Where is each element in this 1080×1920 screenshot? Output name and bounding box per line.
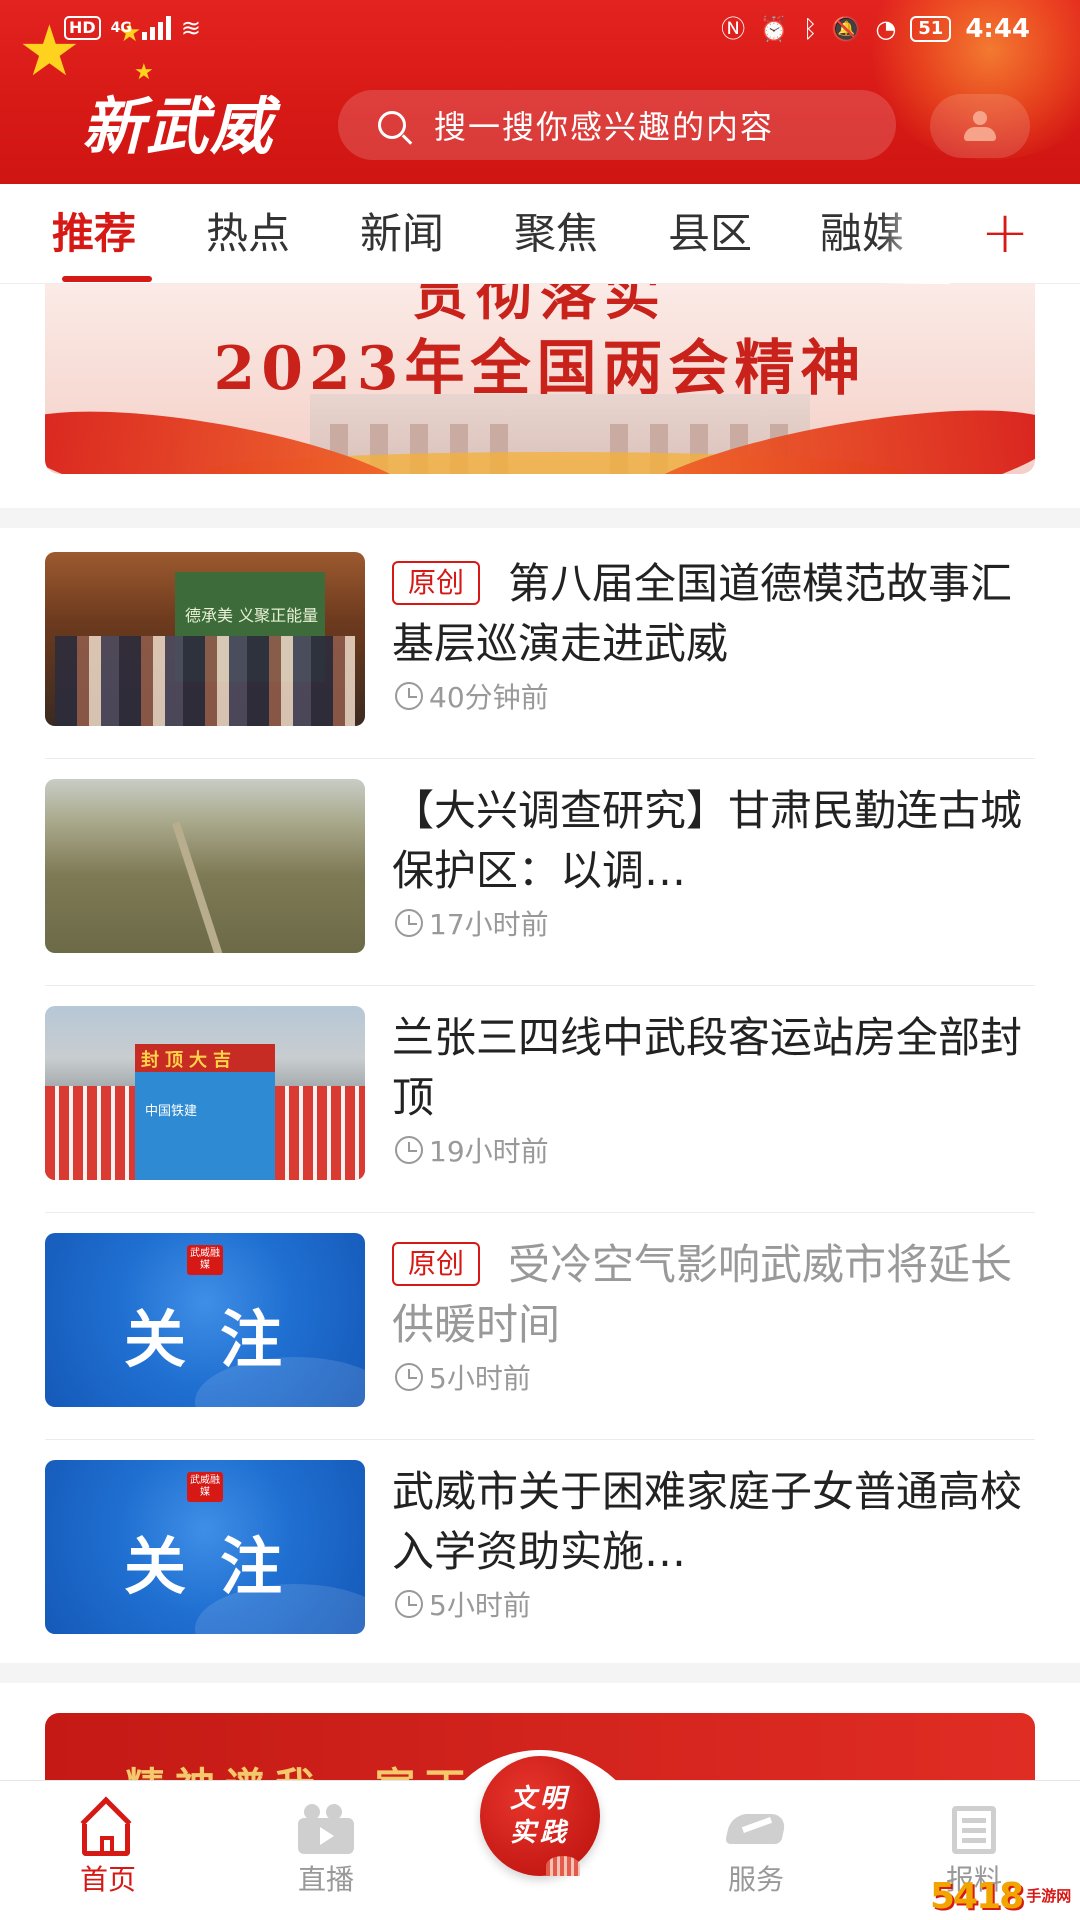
live-camera-icon <box>294 1800 358 1858</box>
nav-live[interactable]: 直播 <box>256 1800 396 1900</box>
nav-label: 直播 <box>297 1863 354 1896</box>
news-time: 5小时前 <box>429 1362 531 1395</box>
tab-county[interactable]: 县区 <box>668 206 752 262</box>
battery-icon: 51 <box>910 16 952 42</box>
section-divider <box>0 1663 1080 1683</box>
search-placeholder: 搜一搜你感兴趣的内容 <box>434 108 775 146</box>
news-time: 40分钟前 <box>429 681 549 714</box>
news-item[interactable]: 封顶大吉 中国铁建 兰张三四线中武段客运站房全部封顶 19小时前 <box>45 986 1035 1213</box>
news-title: 原创 第八届全国道德模范故事汇基层巡演走进武威 <box>392 559 1013 668</box>
handshake-icon <box>724 1800 788 1858</box>
home-icon <box>76 1800 140 1858</box>
search-bar[interactable]: 搜一搜你感兴趣的内容 <box>338 90 896 160</box>
news-thumbnail: 武威融媒 关注 <box>45 1460 365 1634</box>
center-button-label: 文明实践 <box>509 1784 570 1848</box>
news-time: 5小时前 <box>429 1589 531 1622</box>
site-watermark: 5418 手游网 <box>930 1872 1080 1920</box>
news-title: 武威市关于困难家庭子女普通高校入学资助实施… <box>392 1467 1022 1576</box>
watermark-site: 手游网 <box>1026 1887 1072 1905</box>
top-banner[interactable]: 贯彻落实 2023年全国两会精神 <box>45 284 1035 474</box>
media-badge: 武威融媒 <box>187 1472 223 1502</box>
thumbnail-caption: 德承美 义聚正能量 <box>185 606 319 625</box>
news-meta: 5小时前 <box>395 1357 531 1397</box>
add-tab-icon[interactable]: + <box>980 203 1030 261</box>
section-divider <box>0 508 1080 528</box>
clock-icon <box>395 682 423 710</box>
news-meta: 5小时前 <box>395 1584 531 1624</box>
user-icon <box>962 111 998 141</box>
news-item[interactable]: 【大兴调查研究】甘肃民勤连古城保护区：以调… 17小时前 <box>45 759 1035 986</box>
news-meta: 19小时前 <box>395 1130 549 1170</box>
app-header: ★ ★ ★ HD 4G ≋ Ⓝ ⏰ ᛒ 🔕 ◔ 51 4:44 新武威 搜一搜你… <box>0 0 1080 184</box>
news-item[interactable]: 德承美 义聚正能量 原创 第八届全国道德模范故事汇基层巡演走进武威 40分钟前 <box>45 532 1035 759</box>
search-icon <box>378 111 406 139</box>
news-thumbnail: 武威融媒 关注 <box>45 1233 365 1407</box>
signal-icon <box>141 16 171 40</box>
alarm-icon: ⏰ <box>759 15 790 43</box>
news-time: 17小时前 <box>429 908 549 941</box>
watermark-number: 5418 <box>930 1875 1024 1917</box>
tab-news[interactable]: 新闻 <box>360 206 444 262</box>
news-thumbnail: 德承美 义聚正能量 <box>45 552 365 726</box>
mute-icon: 🔕 <box>831 15 862 43</box>
news-item[interactable]: 武威融媒 关注 武威市关于困难家庭子女普通高校入学资助实施… 5小时前 <box>45 1440 1035 1667</box>
wifi-icon: ≋ <box>180 14 202 42</box>
thumbnail-caption: 封顶大吉 <box>141 1050 237 1071</box>
clock-icon <box>395 1136 423 1164</box>
news-item[interactable]: 武威融媒 关注 原创 受冷空气影响武威市将延长供暖时间 5小时前 <box>45 1213 1035 1440</box>
promo-text: 精神谱我…室丁 <box>125 1755 475 1783</box>
star-decoration-icon: ★ <box>134 60 154 85</box>
clock-time: 4:44 <box>965 14 1030 44</box>
news-title: 原创 受冷空气影响武威市将延长供暖时间 <box>392 1240 1013 1349</box>
tab-focus[interactable]: 聚焦 <box>514 206 598 262</box>
media-badge: 武威融媒 <box>187 1245 223 1275</box>
original-tag: 原创 <box>392 1242 481 1286</box>
hd-indicator: HD <box>64 16 101 40</box>
tab-recommend[interactable]: 推荐 <box>52 206 136 262</box>
civilization-practice-button[interactable]: 文明实践 <box>480 1756 600 1876</box>
tab-hot[interactable]: 热点 <box>206 206 290 262</box>
network-type: 4G <box>110 20 132 36</box>
flower-icon <box>546 1856 580 1876</box>
active-tab-indicator <box>62 276 152 282</box>
tab-fade-overlay <box>880 184 950 284</box>
news-meta: 17小时前 <box>395 903 549 943</box>
news-title: 兰张三四线中武段客运站房全部封顶 <box>392 1013 1022 1122</box>
news-meta: 40分钟前 <box>395 676 549 716</box>
status-bar: HD 4G ≋ Ⓝ ⏰ ᛒ 🔕 ◔ 51 4:44 <box>0 0 1080 60</box>
news-thumbnail: 封顶大吉 中国铁建 <box>45 1006 365 1180</box>
nfc-icon: Ⓝ <box>721 15 746 43</box>
nav-service[interactable]: 服务 <box>686 1800 826 1900</box>
news-title: 【大兴调查研究】甘肃民勤连古城保护区：以调… <box>392 786 1022 895</box>
report-icon <box>942 1800 1006 1858</box>
nav-label: 服务 <box>727 1863 784 1896</box>
app-logo: 新武威 <box>82 90 275 163</box>
thumbnail-subcaption: 中国铁建 <box>145 1104 198 1119</box>
nav-label: 首页 <box>79 1863 136 1896</box>
clock-icon <box>395 909 423 937</box>
clock-icon <box>395 1590 423 1618</box>
nav-home[interactable]: 首页 <box>38 1800 178 1900</box>
category-tabs: 推荐 热点 新闻 聚焦 县区 融媒 + <box>0 184 1080 284</box>
data-saver-icon: ◔ <box>875 15 897 43</box>
clock-icon <box>395 1363 423 1391</box>
user-profile-button[interactable] <box>930 94 1030 158</box>
bluetooth-icon: ᛒ <box>803 15 818 43</box>
news-time: 19小时前 <box>429 1135 549 1168</box>
original-tag: 原创 <box>392 561 481 605</box>
news-thumbnail <box>45 779 365 953</box>
